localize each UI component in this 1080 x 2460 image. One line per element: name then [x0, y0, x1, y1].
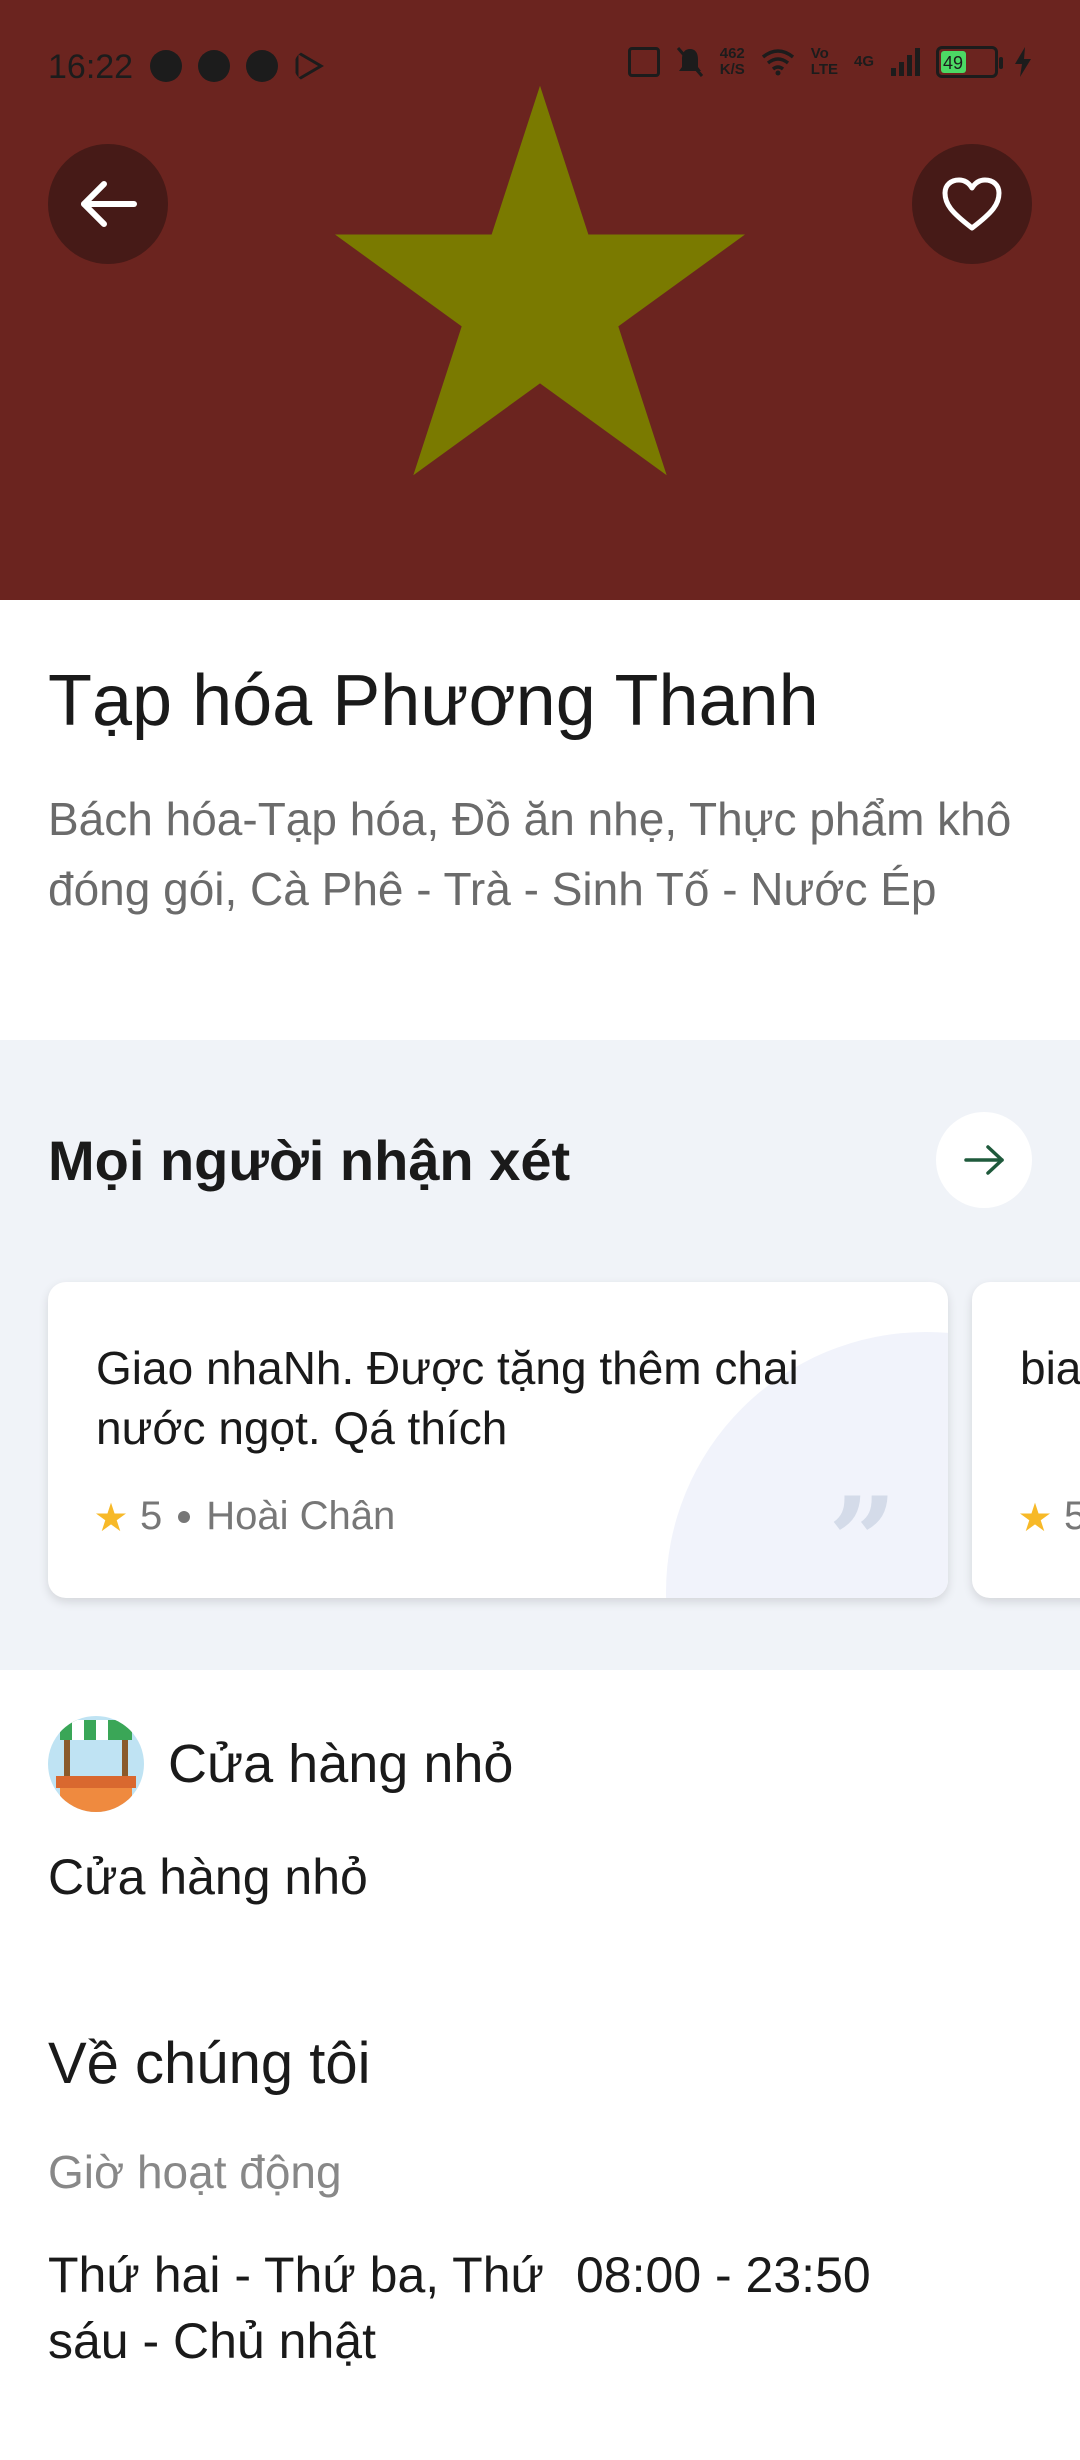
- store-type-row: Cửa hàng nhỏ: [48, 1716, 513, 1812]
- store-name: Tạp hóa Phương Thanh: [48, 661, 819, 741]
- review-card[interactable]: Giao nhaNh. Được tặng thêm chai nước ngọ…: [48, 1282, 948, 1598]
- review-card[interactable]: bia 5: [972, 1282, 1080, 1598]
- review-rating: 5: [140, 1494, 163, 1538]
- store-banner: 16:22 462 K/S Vo LTE 4G 49: [0, 0, 1080, 600]
- separator-dot: [178, 1510, 191, 1523]
- review-author: Hoài Chân: [206, 1494, 396, 1538]
- review-text: Giao nhaNh. Được tặng thêm chai nước ngọ…: [96, 1342, 799, 1454]
- star-icon: [1020, 1502, 1050, 1531]
- volte-indicator: Vo LTE: [811, 46, 838, 78]
- app-notification-icon: [198, 50, 230, 82]
- reviews-title: Mọi người nhận xét: [48, 1129, 571, 1192]
- banner-star-image: [335, 85, 745, 476]
- charging-icon: [1015, 47, 1031, 77]
- opening-hours-label: Giờ hoạt động: [48, 2146, 342, 2198]
- notification-icons: [150, 50, 324, 82]
- bell-muted-icon: [676, 47, 703, 77]
- chrome-icon: [246, 50, 278, 82]
- status-bar: 16:22 462 K/S Vo LTE 4G 49: [0, 0, 1080, 130]
- star-icon: [96, 1502, 126, 1531]
- battery-icon: 49: [936, 46, 1003, 78]
- review-meta: 5 Hoài Chân: [96, 1494, 395, 1539]
- opening-days: Thứ hai - Thứ ba, Thứ sáu - Chủ nhật: [48, 2247, 544, 2369]
- net-speed-unit: K/S: [719, 61, 745, 78]
- favorite-button[interactable]: [912, 144, 1032, 264]
- status-time: 16:22: [48, 48, 134, 86]
- net-speed-value: 462: [719, 45, 745, 62]
- shop-illustration: [56, 1720, 136, 1812]
- back-button[interactable]: [48, 144, 168, 264]
- play-store-icon: [295, 50, 324, 82]
- status-right-icons: 462 K/S Vo LTE 4G 49: [627, 46, 1032, 78]
- review-rating: 5: [1064, 1494, 1080, 1538]
- store-type-description: Cửa hàng nhỏ: [48, 1849, 368, 1905]
- reviews-section: Mọi người nhận xét Giao nhaNh. Được tặng…: [0, 1040, 1080, 1670]
- volte-top: Vo: [810, 45, 829, 62]
- network-type: 4G: [853, 53, 874, 70]
- battery-level: 49: [941, 51, 967, 73]
- opening-time: 08:00 - 23:50: [576, 2247, 871, 2303]
- heart-outline-icon: [942, 177, 1002, 231]
- store-categories: Bách hóa-Tạp hóa, Đồ ăn nhẹ, Thực phẩm k…: [48, 793, 1012, 915]
- messenger-icon: [150, 50, 182, 82]
- arrow-right-icon: [964, 1145, 1004, 1175]
- review-text: bia: [1020, 1342, 1080, 1394]
- store-type-label: Cửa hàng nhỏ: [168, 1734, 514, 1794]
- arrow-left-icon: [81, 181, 137, 227]
- volte-bottom: LTE: [810, 61, 838, 78]
- review-meta: 5: [1020, 1494, 1080, 1539]
- wifi-icon: [761, 49, 794, 76]
- quote-icon: ”: [828, 1471, 898, 1599]
- small-shop-icon: [48, 1716, 144, 1812]
- about-title: Về chúng tôi: [48, 2031, 371, 2096]
- see-all-reviews-button[interactable]: [936, 1112, 1032, 1208]
- signal-icon: [891, 48, 920, 76]
- net-speed: 462 K/S: [720, 46, 745, 78]
- nfc-icon: [627, 47, 660, 77]
